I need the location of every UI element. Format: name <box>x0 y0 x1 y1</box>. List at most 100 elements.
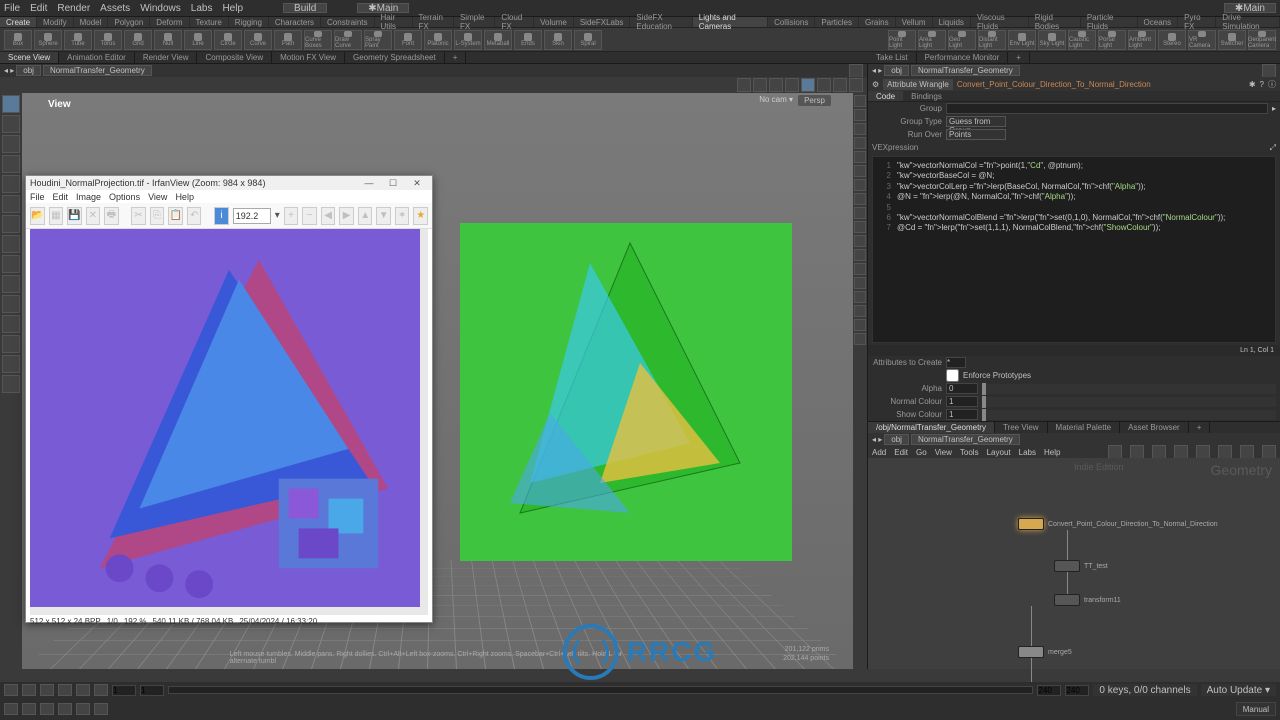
network-node[interactable]: transform11 <box>1054 594 1121 606</box>
shelf-tool[interactable]: Line <box>184 30 212 50</box>
net-menu-item[interactable]: Tools <box>960 448 979 457</box>
display-opt-icon[interactable] <box>854 305 866 317</box>
last-frame-icon[interactable] <box>94 684 108 696</box>
slider-value[interactable]: 0 <box>946 383 978 394</box>
net-menu-item[interactable]: Labs <box>1019 448 1036 457</box>
shelf-tool[interactable]: Curve Boxes <box>304 30 332 50</box>
zoom-field[interactable] <box>233 208 271 224</box>
network-tab[interactable]: + <box>1189 422 1211 433</box>
pane-tab[interactable]: Geometry Spreadsheet <box>345 52 445 63</box>
network-node[interactable]: Convert_Point_Colour_Direction_To_Normal… <box>1018 518 1218 530</box>
delete-icon[interactable]: ✕ <box>86 207 101 225</box>
tool-icon[interactable] <box>2 275 20 293</box>
vp-tool-icon[interactable] <box>753 78 767 92</box>
menu-windows[interactable]: Windows <box>140 3 181 14</box>
cook-mode[interactable]: Manual <box>1236 702 1276 716</box>
shelf-tab[interactable]: Texture <box>190 17 229 27</box>
next-frame-icon[interactable] <box>76 684 90 696</box>
shelf-tab[interactable]: Characters <box>269 17 321 27</box>
menu-render[interactable]: Render <box>57 3 90 14</box>
shelf-tab[interactable]: Liquids <box>933 17 971 27</box>
status-icon[interactable] <box>22 703 36 715</box>
expand-icon[interactable]: ⤢ <box>1270 143 1276 153</box>
persp-button[interactable]: Persp <box>798 95 831 106</box>
pane-tab[interactable]: Scene View <box>0 52 59 63</box>
shelf-tool[interactable]: Null <box>154 30 182 50</box>
pin-icon[interactable] <box>1262 64 1276 78</box>
shelf-tool[interactable]: Sphere <box>34 30 62 50</box>
ifv-menu-item[interactable]: View <box>148 192 167 202</box>
network-node[interactable]: TT_test <box>1054 560 1108 572</box>
shelf-tool[interactable]: VR Camera <box>1188 30 1216 50</box>
tool-icon[interactable] <box>2 335 20 353</box>
shelf-tab[interactable]: Pyro FX <box>1178 17 1216 27</box>
slider-track[interactable] <box>982 410 1276 420</box>
display-opt-icon[interactable] <box>854 235 866 247</box>
move-tool-icon[interactable] <box>2 115 20 133</box>
info-icon[interactable]: ⓘ <box>1268 79 1276 90</box>
vp-tool-icon[interactable] <box>737 78 751 92</box>
menu-assets[interactable]: Assets <box>100 3 130 14</box>
shelf-tool[interactable]: Curve <box>244 30 272 50</box>
end-frame-field-a[interactable] <box>1037 685 1061 696</box>
tool-icon[interactable] <box>2 215 20 233</box>
shelf-tool[interactable]: Spiral <box>574 30 602 50</box>
network-tab[interactable]: Tree View <box>995 422 1048 433</box>
open-icon[interactable]: 📂 <box>30 207 45 225</box>
shelf-tool[interactable]: Ambient Light <box>1128 30 1156 50</box>
shelf-tool[interactable]: Geo Light <box>948 30 976 50</box>
tab-code[interactable]: Code <box>868 91 903 101</box>
zoom-in-icon[interactable]: + <box>284 207 299 225</box>
display-opt-icon[interactable] <box>854 151 866 163</box>
net-tool-icon[interactable] <box>1218 445 1232 459</box>
slider-track[interactable] <box>982 384 1276 394</box>
display-opt-icon[interactable] <box>854 333 866 345</box>
menu-help[interactable]: Help <box>222 3 243 14</box>
pane-tab[interactable]: Composite View <box>197 52 272 63</box>
frame-field[interactable] <box>112 685 136 696</box>
gear-icon[interactable]: ⚙ <box>872 80 879 89</box>
display-opt-icon[interactable] <box>854 319 866 331</box>
shelf-tool[interactable]: Box <box>4 30 32 50</box>
cut-icon[interactable]: ✂ <box>131 207 146 225</box>
first-frame-icon[interactable] <box>4 684 18 696</box>
end-frame-field-b[interactable] <box>1065 685 1089 696</box>
shelf-tab[interactable]: Polygon <box>108 17 150 27</box>
flag-icon[interactable]: ✱ <box>1249 80 1256 89</box>
tool-icon[interactable] <box>2 375 20 393</box>
path-obj[interactable]: obj <box>16 65 41 76</box>
tool-icon[interactable] <box>2 315 20 333</box>
shelf-tab[interactable]: Drive Simulation <box>1216 17 1280 27</box>
shelf-tab[interactable]: Cloud FX <box>495 17 534 27</box>
auto-update-menu[interactable]: Auto Update ▾ <box>1201 684 1276 696</box>
shelf-tab[interactable]: Collisions <box>768 17 815 27</box>
shelf-tool[interactable]: Area Light <box>918 30 946 50</box>
shelf-tool[interactable]: Metaball <box>484 30 512 50</box>
shelf-tab[interactable]: Particles <box>815 17 859 27</box>
parm-path-node[interactable]: NormalTransfer_Geometry <box>911 65 1020 76</box>
settings-icon[interactable]: ✶ <box>395 207 410 225</box>
zoom-out-icon[interactable]: − <box>302 207 317 225</box>
copy-icon[interactable]: ⎘ <box>150 207 165 225</box>
runover-select[interactable]: Points <box>946 129 1006 140</box>
shelf-tool[interactable]: Switcher <box>1218 30 1246 50</box>
shelf-tab[interactable]: Model <box>74 17 109 27</box>
shelf-tool[interactable]: Distant Light <box>978 30 1006 50</box>
play-icon[interactable] <box>58 684 72 696</box>
tool-icon[interactable] <box>2 235 20 253</box>
shelf-tool[interactable]: Spray Paint <box>364 30 392 50</box>
down-icon[interactable]: ▼ <box>376 207 391 225</box>
shelf-tool[interactable]: Env Light <box>1008 30 1036 50</box>
shelf-tool[interactable]: Grid <box>124 30 152 50</box>
shelf-tab[interactable]: Volume <box>534 17 574 27</box>
display-opt-icon[interactable] <box>854 207 866 219</box>
vp-tool-icon[interactable] <box>849 78 863 92</box>
shelf-tool[interactable]: Point Light <box>888 30 916 50</box>
display-opt-icon[interactable] <box>854 277 866 289</box>
group-input[interactable] <box>946 103 1268 114</box>
enforce-checkbox[interactable] <box>946 369 959 382</box>
vp-tool-icon[interactable] <box>833 78 847 92</box>
prev-frame-icon[interactable] <box>22 684 36 696</box>
pane-tab[interactable]: Animation Editor <box>59 52 135 63</box>
shelf-tool[interactable]: Platonic <box>424 30 452 50</box>
